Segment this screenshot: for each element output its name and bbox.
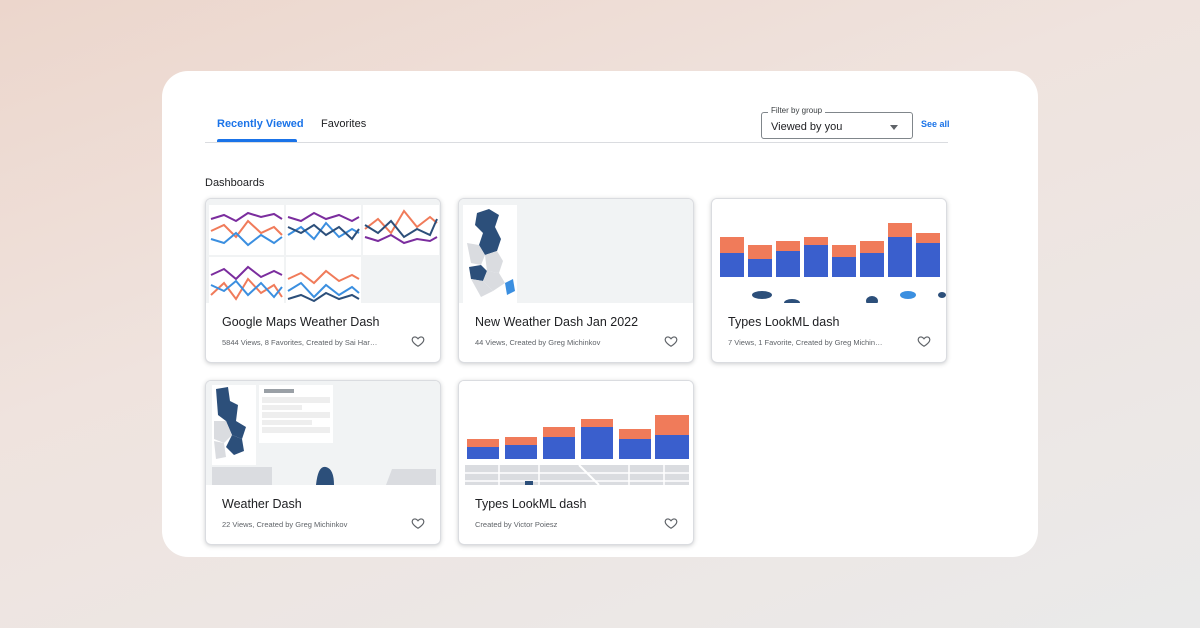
dashboard-panel: Recently Viewed Favorites Filter by grou… (162, 71, 1038, 557)
card-title: Types LookML dash (728, 315, 840, 329)
dashboard-card[interactable]: Weather Dash 22 Views, Created by Greg M… (205, 380, 441, 545)
card-meta: 44 Views, Created by Greg Michinkov (475, 338, 601, 347)
dashboard-thumbnail (206, 199, 440, 303)
card-meta: Created by Victor Poiesz (475, 520, 558, 529)
card-meta: 7 Views, 1 Favorite, Created by Greg Mic… (728, 338, 883, 347)
section-title: Dashboards (205, 177, 265, 189)
dropdown-arrow-icon (890, 125, 898, 130)
card-title: New Weather Dash Jan 2022 (475, 315, 639, 329)
card-meta: 22 Views, Created by Greg Michinkov (222, 520, 348, 529)
see-all-link[interactable]: See all (921, 119, 950, 129)
active-tab-indicator (217, 139, 297, 142)
card-title: Types LookML dash (475, 497, 587, 511)
favorite-heart-icon[interactable] (917, 334, 931, 348)
dashboard-card[interactable]: Types LookML dash Created by Victor Poie… (458, 380, 694, 545)
favorite-heart-icon[interactable] (411, 334, 425, 348)
dashboard-thumbnail (459, 381, 693, 485)
favorite-heart-icon[interactable] (411, 516, 425, 530)
dashboard-card[interactable]: Google Maps Weather Dash 5844 Views, 8 F… (205, 198, 441, 363)
favorite-heart-icon[interactable] (664, 334, 678, 348)
filter-by-group-select[interactable]: Filter by group Viewed by you (761, 106, 913, 139)
filter-label: Filter by group (768, 106, 826, 115)
filter-value: Viewed by you (771, 121, 843, 133)
card-title: Weather Dash (222, 497, 302, 511)
dashboard-card[interactable]: Types LookML dash 7 Views, 1 Favorite, C… (711, 198, 947, 363)
tab-favorites[interactable]: Favorites (321, 118, 366, 130)
dashboard-thumbnail (459, 199, 693, 303)
tab-recently-viewed[interactable]: Recently Viewed (217, 118, 304, 130)
card-meta: 5844 Views, 8 Favorites, Created by Sai … (222, 338, 378, 347)
dashboard-thumbnail (206, 381, 440, 485)
favorite-heart-icon[interactable] (664, 516, 678, 530)
dashboard-card[interactable]: New Weather Dash Jan 2022 44 Views, Crea… (458, 198, 694, 363)
card-title: Google Maps Weather Dash (222, 315, 380, 329)
dashboard-thumbnail (712, 199, 946, 303)
